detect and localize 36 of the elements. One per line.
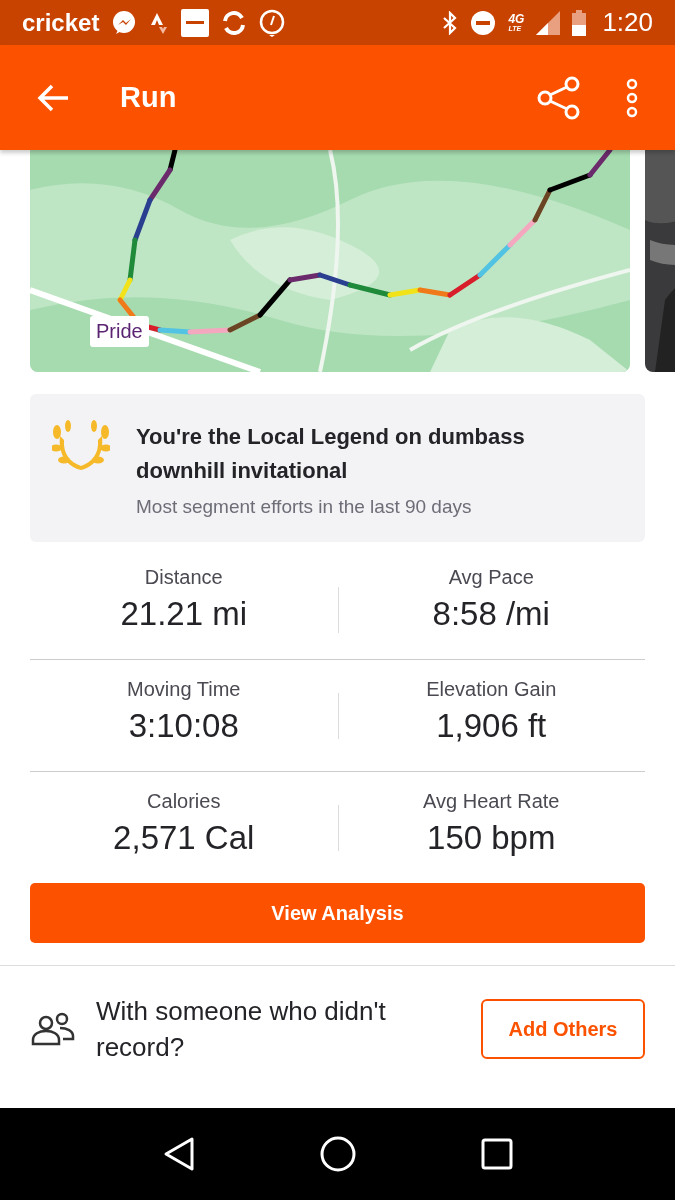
bluetooth-icon: [442, 10, 459, 35]
stat-value: 150 bpm: [427, 819, 556, 857]
stat-label: Distance: [144, 566, 223, 589]
stat-label: Moving Time: [127, 678, 241, 701]
back-button[interactable]: [36, 82, 70, 113]
carrier-name: cricket: [22, 8, 100, 37]
messenger-icon: [111, 9, 138, 36]
route-badge: Pride: [90, 316, 149, 347]
add-others-prompt: With someone who didn't record?: [96, 995, 387, 1064]
legend-subtitle: Most segment efforts in the last 90 days: [136, 496, 473, 518]
stat-label: Avg Heart Rate: [423, 790, 560, 813]
do-not-disturb-icon: [470, 9, 497, 36]
people-icon: [30, 1011, 76, 1047]
stat-value: 8:58 /mi: [432, 595, 550, 633]
stat-value: 21.21 mi: [120, 595, 248, 633]
home-nav-button[interactable]: [319, 1135, 358, 1173]
gauge-icon: [259, 8, 286, 37]
legend-title: You're the Local Legend on dumbass downhill invitational: [136, 423, 526, 485]
clock-time: 1:20: [602, 7, 653, 38]
stat-label: Avg Pace: [448, 566, 534, 589]
share-button[interactable]: [537, 75, 581, 120]
signal-icon: [536, 10, 561, 35]
screen-title: Run: [120, 81, 178, 114]
stat-value: 1,906 ft: [436, 707, 547, 745]
sync-icon: [221, 9, 248, 36]
network-type: 4G: [508, 13, 525, 25]
stat-value: 2,571 Cal: [113, 819, 255, 857]
stat-label: Calories: [147, 790, 221, 813]
add-others-button[interactable]: Add Others: [481, 999, 645, 1059]
recents-nav-button[interactable]: [481, 1138, 514, 1170]
view-analysis-button[interactable]: View Analysis: [30, 883, 645, 943]
battery-icon: [572, 9, 587, 36]
more-options-button[interactable]: [625, 77, 639, 118]
stat-label: Elevation Gain: [426, 678, 557, 701]
stat-value: 3:10:08: [128, 707, 239, 745]
app-tile-icon: [181, 8, 210, 37]
